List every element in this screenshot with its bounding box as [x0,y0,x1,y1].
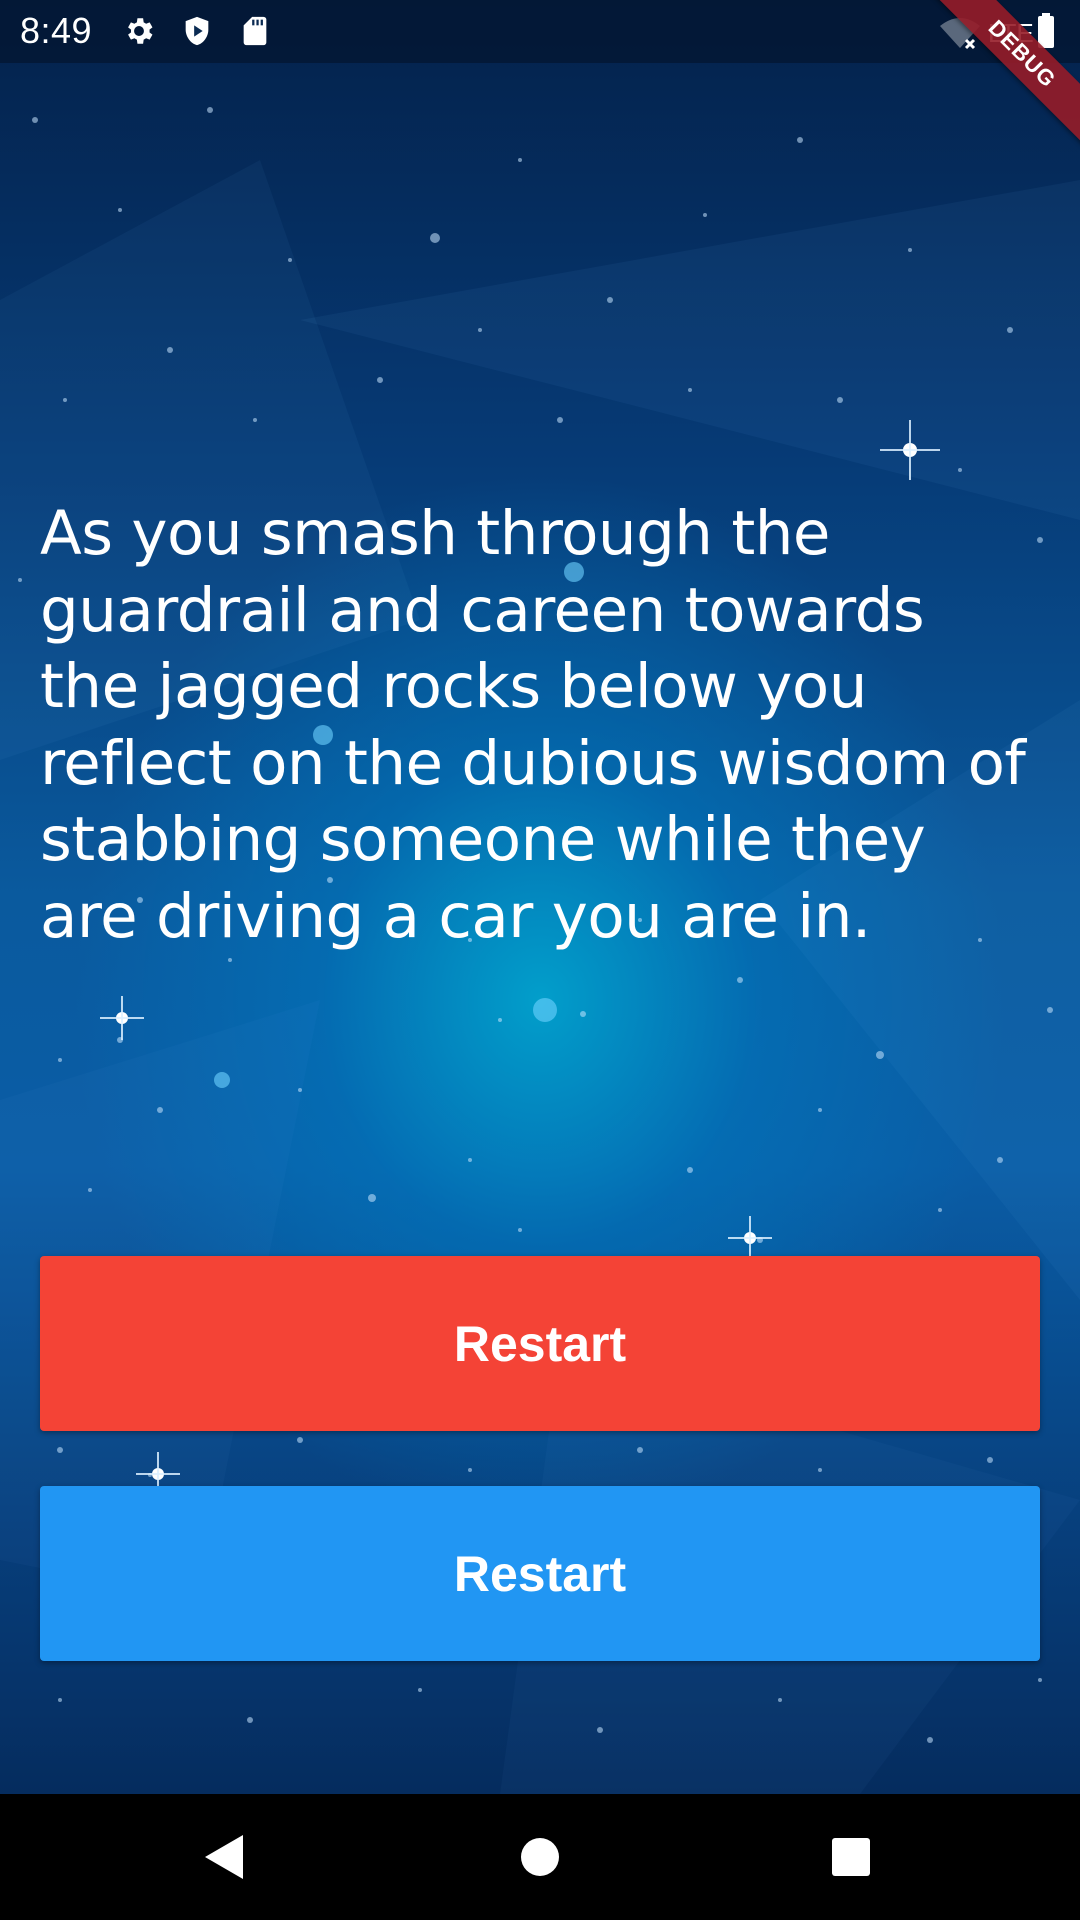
story-text: As you smash through the guardrail and c… [40,498,1026,952]
home-icon[interactable] [505,1822,575,1892]
sd-card-icon [238,14,272,48]
restart-button-red[interactable]: Restart [40,1256,1040,1431]
navigation-bar [0,1794,1080,1920]
app-screen: 8:49 LTE DEBUG As you smash through the … [0,0,1080,1920]
status-bar: 8:49 LTE [0,0,1080,63]
recents-icon[interactable] [816,1822,886,1892]
status-time: 8:49 [20,10,93,51]
play-protect-icon [180,14,214,48]
back-icon[interactable] [190,1822,260,1892]
gear-icon [122,14,156,48]
restart-button-blue[interactable]: Restart [40,1486,1040,1661]
